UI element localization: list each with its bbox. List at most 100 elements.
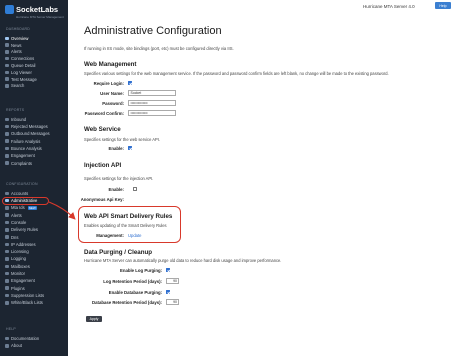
sidebar-item-label: Monitor xyxy=(11,271,25,277)
sidebar-item-search[interactable]: Search xyxy=(5,83,65,90)
injection-enable-label: Enable: xyxy=(108,187,124,192)
complaint-icon xyxy=(5,161,9,165)
sidebar-item-engagement[interactable]: Engagement xyxy=(5,278,65,285)
update-link[interactable]: Update xyxy=(128,233,142,238)
log-icon xyxy=(5,70,9,74)
sidebar-item-rejected-messages[interactable]: Rejected Messages xyxy=(5,123,65,130)
sidebar-item-label: Test Message xyxy=(11,76,37,82)
sidebar-item-outbound-messages[interactable]: Outbound Messages xyxy=(5,131,65,138)
search-icon xyxy=(5,84,9,88)
enable-log-purging-checkbox[interactable] xyxy=(166,268,170,272)
sidebar-item-about[interactable]: About xyxy=(5,343,65,350)
sidebar-item-suppression-lists[interactable]: Suppression Lists xyxy=(5,292,65,299)
sidebar-item-test-message[interactable]: Test Message xyxy=(5,76,65,83)
new-badge: NEW xyxy=(27,205,37,210)
sidebar-item-accounts[interactable]: Accounts xyxy=(5,190,65,197)
sidebar-item-dns[interactable]: Dns xyxy=(5,234,65,241)
sidebar-item-alerts[interactable]: Alerts xyxy=(5,212,65,219)
annotation-arrow xyxy=(48,201,76,220)
sidebar-item-plugins[interactable]: Plugins xyxy=(5,285,65,292)
apply-button[interactable]: Apply xyxy=(86,316,102,322)
brand-tagline: Hurricane MTA Server Management xyxy=(16,15,64,19)
data-purging-title: Data Purging / Cleanup xyxy=(84,249,153,256)
sidebar-item-log-viewer[interactable]: Log Viewer xyxy=(5,69,65,76)
injection-api-title: Injection API xyxy=(84,162,122,169)
smart-delivery-title: Web API Smart Delivery Rules xyxy=(84,213,173,220)
sidebar-item-ip-addresses[interactable]: IP Addresses xyxy=(5,241,65,248)
sidebar-item-mta-ids[interactable]: Mta Ids NEW xyxy=(5,205,65,212)
sidebar-item-white-black-lists[interactable]: White/Black Lists xyxy=(5,300,65,307)
db-retention-input[interactable]: 90 xyxy=(166,299,179,305)
password-input[interactable]: •••••••••••••• xyxy=(128,100,176,106)
sidebar-item-label: White/Black Lists xyxy=(11,300,43,306)
mail-icon xyxy=(5,77,9,81)
rules-icon xyxy=(5,228,9,232)
injection-enable-checkbox[interactable] xyxy=(133,187,137,191)
sidebar-item-label: Bounce Analysis xyxy=(11,145,42,151)
sidebar-item-label: Dns xyxy=(11,234,19,240)
sidebar-item-licensing[interactable]: Licensing xyxy=(5,248,65,255)
sidebar: SocketLabs Hurricane MTA Server Manageme… xyxy=(0,0,68,356)
sidebar-item-monitor[interactable]: Monitor xyxy=(5,270,65,277)
sidebar-item-label: Suppression Lists xyxy=(11,292,45,298)
sidebar-item-logging[interactable]: Logging xyxy=(5,256,65,263)
sidebar-item-engagement[interactable]: Engagement xyxy=(5,153,65,160)
enable-log-purging-label: Enable Log Purging: xyxy=(119,268,162,273)
sidebar-item-news[interactable]: News xyxy=(5,42,65,49)
db-retention-label: Database Retention Period (days): xyxy=(92,300,162,305)
require-login-checkbox[interactable] xyxy=(128,81,132,85)
list-icon xyxy=(5,301,9,305)
plugin-icon xyxy=(5,286,9,290)
link-icon xyxy=(5,56,9,61)
password-confirm-input[interactable]: •••••••••••••• xyxy=(128,110,176,116)
injection-api-description: Specifies settings for the injection API… xyxy=(84,176,154,181)
sidebar-item-label: Log Viewer xyxy=(11,69,32,75)
sidebar-item-mailboxes[interactable]: Mailboxes xyxy=(5,263,65,270)
sidebar-item-alerts[interactable]: Alerts xyxy=(5,49,65,56)
sidebar-item-inbound[interactable]: Inbound xyxy=(5,116,65,123)
sidebar-item-label: News xyxy=(11,42,22,48)
iis-notice: If running in IIS mode, site bindings (p… xyxy=(84,46,234,51)
sidebar-heading-dashboard: DASHBOARD xyxy=(6,27,30,31)
page-title: Administrative Configuration xyxy=(84,25,222,37)
sidebar-item-failure-analysis[interactable]: Failure Analysis xyxy=(5,138,65,145)
sidebar-item-label: Queue Detail xyxy=(11,62,36,68)
home-icon xyxy=(5,36,9,40)
sidebar-item-delivery-rules[interactable]: Delivery Rules xyxy=(5,227,65,234)
log-retention-input[interactable]: 90 xyxy=(166,278,179,284)
reject-icon xyxy=(5,124,9,129)
web-management-title: Web Management xyxy=(84,61,137,68)
password-label: Password: xyxy=(102,101,124,106)
failure-icon xyxy=(5,139,9,143)
queue-icon xyxy=(5,63,9,68)
user-name-input[interactable]: Socket xyxy=(128,90,176,96)
server-title: Hurricane MTA Server 4.0 xyxy=(363,4,415,9)
sidebar-item-documentation[interactable]: Documentation xyxy=(5,335,65,342)
web-service-enable-checkbox[interactable] xyxy=(128,146,132,150)
brand-logo[interactable]: SocketLabs xyxy=(5,4,58,15)
help-button[interactable]: Help xyxy=(435,2,451,9)
sidebar-item-connections[interactable]: Connections xyxy=(5,55,65,62)
sidebar-item-label: About xyxy=(11,343,22,349)
sidebar-item-queue-detail[interactable]: Queue Detail xyxy=(5,62,65,69)
sidebar-item-bounce-analysis[interactable]: Bounce Analysis xyxy=(5,145,65,152)
sidebar-heading-reports: REPORTS xyxy=(6,108,25,112)
inbound-icon xyxy=(5,117,9,121)
enable-db-purging-checkbox[interactable] xyxy=(166,290,170,294)
sidebar-item-label: Complaints xyxy=(11,160,32,166)
engagement-icon xyxy=(5,154,9,158)
sidebar-item-label: Inbound xyxy=(11,116,27,122)
sidebar-item-label: Mailboxes xyxy=(11,263,30,269)
sidebar-item-label: Accounts xyxy=(11,190,29,196)
sidebar-item-label: Console xyxy=(11,219,27,225)
sidebar-item-complaints[interactable]: Complaints xyxy=(5,160,65,167)
id-icon xyxy=(5,206,9,210)
web-service-title: Web Service xyxy=(84,126,121,133)
sidebar-item-overview[interactable]: Overview xyxy=(5,35,65,42)
sidebar-item-console[interactable]: Console xyxy=(5,219,65,226)
data-purging-description: Hurricane MTA Server can automatically p… xyxy=(84,258,282,263)
sidebar-item-label: Licensing xyxy=(11,249,29,255)
dns-icon xyxy=(5,235,9,239)
ip-icon xyxy=(5,242,9,247)
sidebar-item-label: Documentation xyxy=(11,335,40,341)
